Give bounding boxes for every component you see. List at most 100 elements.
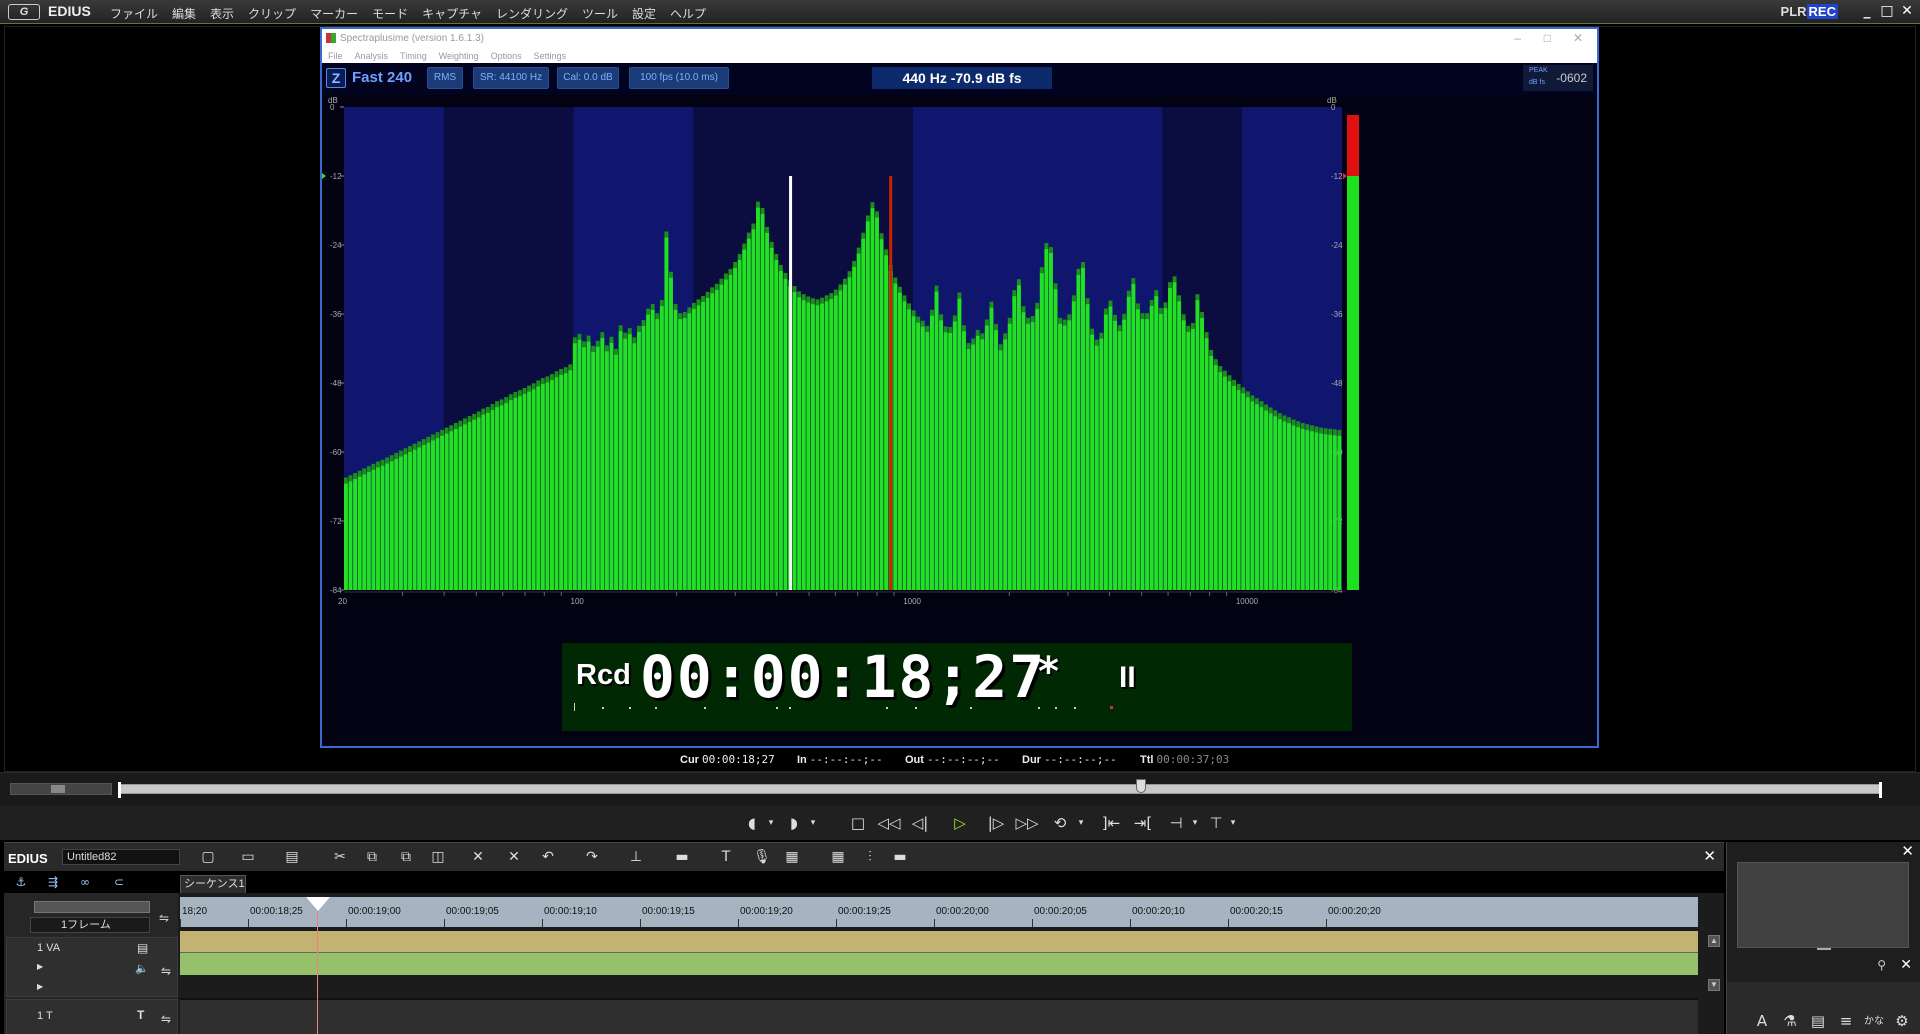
jog-slider-knob[interactable] <box>51 785 65 793</box>
multicam-icon[interactable]: ▦ <box>828 848 848 866</box>
palette-close-icon[interactable]: ✕ <box>1901 842 1914 860</box>
set-in-menu-icon[interactable]: ▾ <box>766 812 776 834</box>
copy-icon[interactable]: ⧉ <box>362 848 382 866</box>
menu-render[interactable]: レンダリング <box>496 5 568 22</box>
title-icon[interactable]: T <box>716 848 736 866</box>
spectrum-menu-analysis[interactable]: Analysis <box>355 49 389 63</box>
title-track-link-icon[interactable]: ⇋ <box>161 1012 171 1026</box>
plr-label[interactable]: PLR <box>1781 4 1807 19</box>
scrub-handle[interactable] <box>1135 779 1146 793</box>
redo-icon[interactable]: ↷ <box>582 848 602 866</box>
step-back-icon[interactable]: ◁| <box>908 812 932 834</box>
calibration-button[interactable]: Cal: 0.0 dB <box>557 67 619 89</box>
spectrum-menu-options[interactable]: Options <box>491 49 522 63</box>
menu-marker[interactable]: マーカー <box>310 5 358 22</box>
expand-audio-icon[interactable]: ▶ <box>37 982 43 991</box>
undo-icon[interactable]: ↶ <box>538 848 558 866</box>
playhead-marker[interactable] <box>306 897 330 911</box>
link-icon[interactable]: ∞ <box>74 875 96 891</box>
close-button[interactable]: ✕ <box>1898 2 1916 20</box>
palette-splitter[interactable] <box>1817 948 1831 950</box>
step-forward-icon[interactable]: |▷ <box>984 812 1008 834</box>
marker-icon[interactable]: ≡ <box>1833 1012 1859 1032</box>
frame-step-select[interactable]: 1フレーム <box>30 917 150 933</box>
jog-slider[interactable] <box>10 783 112 795</box>
track-header-1t[interactable]: 1 T T ⇋ <box>6 999 178 1034</box>
menu-mode[interactable]: モード <box>372 5 408 22</box>
spectrum-menu-file[interactable]: File <box>328 49 343 63</box>
insert-icon[interactable]: ⊣ <box>1164 812 1188 834</box>
video-lane[interactable] <box>180 931 1698 953</box>
new-icon[interactable]: ▢ <box>198 848 218 866</box>
set-out-icon[interactable]: ◗ <box>782 812 806 834</box>
audio-lane[interactable] <box>180 953 1698 975</box>
menu-edit[interactable]: 編集 <box>172 5 196 22</box>
mixer-icon[interactable]: ⫶ <box>860 848 880 866</box>
track-link-icon[interactable]: ⇋ <box>161 964 171 978</box>
menu-tools[interactable]: ツール <box>582 5 618 22</box>
rec-label[interactable]: REC <box>1806 4 1838 19</box>
menu-capture[interactable]: キャプチャ <box>422 5 482 22</box>
set-in-icon[interactable]: ◖ <box>740 812 764 834</box>
split-icon[interactable]: ⊥ <box>626 848 646 866</box>
voiceover-icon[interactable]: 🎙 <box>752 848 772 866</box>
zoom-slider[interactable] <box>34 901 150 913</box>
menu-file[interactable]: ファイル <box>110 5 158 22</box>
timeline-close-icon[interactable]: ✕ <box>1703 847 1716 865</box>
menu-settings[interactable]: 設定 <box>632 5 656 22</box>
transition-icon[interactable]: ▬ <box>672 848 692 866</box>
audio-icon[interactable]: 🔈 <box>135 962 149 975</box>
palette-close-2-icon[interactable]: ✕ <box>1900 956 1912 973</box>
rms-button[interactable]: RMS <box>427 67 463 89</box>
open-icon[interactable]: ▭ <box>238 848 258 866</box>
spectrum-menu-settings[interactable]: Settings <box>534 49 567 63</box>
insert-menu-icon[interactable]: ▾ <box>1190 812 1200 834</box>
save-icon[interactable]: ▤ <box>282 848 302 866</box>
play-icon[interactable]: ▷ <box>948 812 972 834</box>
track-mode-icon[interactable]: ⚓ <box>10 875 32 891</box>
info-icon[interactable]: ▤ <box>1805 1012 1831 1032</box>
expand-icon[interactable]: ▶ <box>37 962 43 971</box>
sequence-tab[interactable]: シーケンス1 <box>180 875 246 893</box>
analysis-mode-label[interactable]: Fast 240 <box>352 69 412 86</box>
keyboard-icon[interactable]: かな <box>1861 1012 1887 1032</box>
spectrum-menu-timing[interactable]: Timing <box>400 49 427 63</box>
text-tool-icon[interactable]: A <box>1749 1012 1775 1032</box>
minimize-button[interactable]: _ <box>1858 2 1876 20</box>
timeline-ruler[interactable]: 18;20 00:00:18;25 00:00:19;00 00:00:19;05 00… <box>180 897 1698 927</box>
ripple-delete-icon[interactable]: ✕ <box>504 848 524 866</box>
position-scrub-bar[interactable] <box>118 779 1882 798</box>
plr-rec-toggle[interactable]: PLR REC <box>1781 4 1838 19</box>
frame-rate-button[interactable]: 100 fps (10.0 ms) <box>629 67 729 89</box>
video-mute-icon[interactable]: ▤ <box>137 941 148 955</box>
sync-icon[interactable]: ⇶ <box>42 875 64 891</box>
spectrum-minimize-icon[interactable]: – <box>1514 31 1521 45</box>
restore-button[interactable]: □ <box>1878 2 1896 20</box>
track-sync-icon[interactable]: ⇋ <box>159 911 175 927</box>
scroll-up-icon[interactable]: ▲ <box>1708 935 1720 947</box>
settings-gear-icon[interactable]: ⚙ <box>1889 1012 1915 1032</box>
paste-icon[interactable]: ⧉ <box>396 848 416 866</box>
zoom-button[interactable]: Z <box>326 68 346 88</box>
prev-edit-icon[interactable]: ]⇤ <box>1098 812 1124 834</box>
overwrite-menu-icon[interactable]: ▾ <box>1228 812 1238 834</box>
title-track-icon[interactable]: T <box>137 1008 144 1022</box>
menu-help[interactable]: ヘルプ <box>670 5 706 22</box>
track-1va-lane[interactable] <box>180 931 1698 975</box>
effect-icon[interactable]: ⚗ <box>1777 1012 1803 1032</box>
loop-icon[interactable]: ⟲ <box>1048 812 1072 834</box>
next-edit-icon[interactable]: ⇥[ <box>1130 812 1156 834</box>
loop-menu-icon[interactable]: ▾ <box>1076 812 1086 834</box>
replace-icon[interactable]: ◫ <box>428 848 448 866</box>
palette-tool-icon[interactable]: ⚲ <box>1877 958 1886 972</box>
overwrite-icon[interactable]: ⊤ <box>1204 812 1228 834</box>
track-header-1va[interactable]: 1 VA ▤ 🔈 ▶ ▶ ⇋ <box>6 937 178 997</box>
menu-clip[interactable]: クリップ <box>248 5 296 22</box>
spectrum-menu-weighting[interactable]: Weighting <box>439 49 479 63</box>
menu-view[interactable]: 表示 <box>210 5 234 22</box>
sample-rate-button[interactable]: SR: 44100 Hz <box>473 67 549 89</box>
delete-icon[interactable]: ✕ <box>468 848 488 866</box>
rewind-icon[interactable]: ◁◁ <box>876 812 902 834</box>
track-1t-lane[interactable] <box>180 998 1698 1034</box>
layout-icon[interactable]: ▬ <box>890 848 910 866</box>
